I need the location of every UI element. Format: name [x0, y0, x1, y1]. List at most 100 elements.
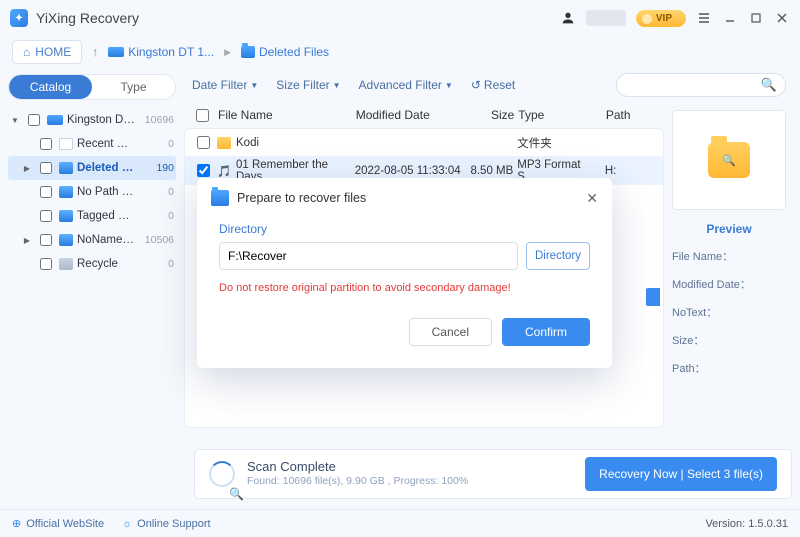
tree-root-label: Kingston DT 101 G2 — [67, 114, 136, 126]
select-all-checkbox[interactable] — [196, 109, 209, 122]
tree-item-checkbox[interactable] — [40, 186, 52, 198]
user-name-placeholder — [586, 10, 626, 26]
folder-icon — [59, 234, 73, 246]
tab-type[interactable]: Type — [92, 75, 175, 99]
preview-path-label: Path： — [672, 360, 786, 376]
statusbar: ⊕Official WebSite ☼Online Support Versio… — [0, 509, 800, 537]
filter-size[interactable]: Size Filter▼ — [276, 78, 340, 92]
sidebar: Catalog Type ▼ Kingston DT 101 G2 10696 … — [0, 68, 184, 509]
folder-icon — [241, 46, 255, 58]
row-type: 文件夹 — [517, 135, 601, 151]
tree-item-checkbox[interactable] — [40, 258, 52, 270]
tree-item-count: 10506 — [140, 234, 174, 246]
preview-modified-label: Modified Date： — [672, 276, 786, 292]
preview-button[interactable]: Preview — [672, 222, 786, 236]
folder-icon — [59, 162, 73, 174]
tree-item-recent-deleted[interactable]: Recent Deleted 0 — [8, 132, 176, 156]
online-support-link[interactable]: ☼Online Support — [122, 518, 210, 530]
tab-catalog[interactable]: Catalog — [9, 75, 92, 99]
support-label: Online Support — [137, 518, 210, 530]
scan-title: Scan Complete — [247, 460, 468, 474]
filter-size-label: Size Filter — [276, 78, 329, 92]
modal-close-icon[interactable]: ✕ — [586, 190, 598, 207]
col-path[interactable]: Path — [606, 108, 656, 122]
breadcrumb-folder[interactable]: Deleted Files — [241, 45, 329, 59]
home-icon: ⌂ — [23, 45, 30, 59]
reset-icon: ↺ — [471, 78, 481, 92]
drive-icon — [47, 115, 63, 125]
tree-item-checkbox[interactable] — [40, 210, 52, 222]
directory-label: Directory — [219, 222, 590, 236]
tree: ▼ Kingston DT 101 G2 10696 Recent Delete… — [8, 108, 176, 276]
tree-item-checkbox[interactable] — [40, 162, 52, 174]
search-input[interactable]: 🔍 — [616, 73, 786, 97]
version-label: Version: 1.5.0.31 — [705, 518, 788, 530]
browse-directory-button[interactable]: Directory — [526, 242, 590, 270]
tree-root-count: 10696 — [140, 114, 174, 126]
minimize-icon[interactable] — [722, 10, 738, 26]
caret-down-icon[interactable]: ▼ — [10, 116, 20, 125]
tree-root-checkbox[interactable] — [28, 114, 40, 126]
col-size[interactable]: Size — [468, 108, 514, 122]
warning-text: Do not restore original partition to avo… — [219, 282, 590, 294]
up-arrow-icon[interactable]: ↑ — [92, 45, 98, 59]
tree-root[interactable]: ▼ Kingston DT 101 G2 10696 — [8, 108, 176, 132]
tree-item-label: Tagged Files — [77, 210, 136, 222]
tree-item-checkbox[interactable] — [40, 234, 52, 246]
tree-item-noname[interactable]: ▶ NoName Files 10506 — [8, 228, 176, 252]
scan-subtitle: Found: 10696 file(s), 9.90 GB , Progress… — [247, 474, 468, 488]
tree-item-count: 0 — [140, 138, 174, 150]
preview-notext-label: NoText： — [672, 304, 786, 320]
maximize-icon[interactable] — [748, 10, 764, 26]
filter-reset[interactable]: ↺Reset — [471, 78, 515, 92]
recycle-icon — [59, 258, 73, 270]
tree-item-label: NoName Files — [77, 234, 136, 246]
breadcrumb-drive-label: Kingston DT 1... — [128, 45, 214, 59]
col-type[interactable]: Type — [518, 108, 602, 122]
tree-item-deleted-files[interactable]: ▶ Deleted Files 190 — [8, 156, 176, 180]
tree-item-label: Recycle — [77, 258, 136, 270]
tree-item-checkbox[interactable] — [40, 138, 52, 150]
tree-item-label: Deleted Files — [77, 162, 136, 174]
tree-item-tagged[interactable]: Tagged Files 0 — [8, 204, 176, 228]
folder-icon — [59, 186, 73, 198]
table-header: File Name Modified Date Size Type Path — [184, 102, 664, 128]
user-icon[interactable] — [560, 10, 576, 26]
filter-advanced-label: Advanced Filter — [359, 78, 442, 92]
filter-advanced[interactable]: Advanced Filter▼ — [359, 78, 453, 92]
tree-item-recycle[interactable]: Recycle 0 — [8, 252, 176, 276]
folder-icon — [59, 210, 73, 222]
cancel-button[interactable]: Cancel — [409, 318, 492, 346]
drive-icon — [108, 47, 124, 57]
tree-item-count: 0 — [140, 186, 174, 198]
row-date: 2022-08-05 11:33:04 — [355, 165, 464, 177]
table-row[interactable]: Kodi 文件夹 — [185, 129, 663, 157]
caret-right-icon[interactable]: ▶ — [22, 236, 32, 245]
recovery-button[interactable]: Recovery Now | Select 3 file(s) — [585, 457, 777, 491]
modal-title: Prepare to recover files — [237, 191, 586, 205]
audio-file-icon: 🎵 — [217, 164, 231, 178]
filter-date-label: Date Filter — [192, 78, 247, 92]
home-button[interactable]: ⌂ HOME — [12, 40, 82, 64]
confirm-button[interactable]: Confirm — [502, 318, 590, 346]
tree-item-no-path[interactable]: No Path Files 0 — [8, 180, 176, 204]
preview-folder-icon: 🔍 — [708, 142, 750, 178]
filter-date[interactable]: Date Filter▼ — [192, 78, 258, 92]
recover-modal: Prepare to recover files ✕ Directory Dir… — [197, 178, 612, 368]
row-checkbox[interactable] — [197, 136, 210, 149]
tree-item-count: 190 — [140, 162, 174, 174]
caret-down-icon: ▼ — [250, 81, 258, 90]
row-checkbox[interactable] — [197, 164, 210, 177]
caret-right-icon[interactable]: ▶ — [22, 164, 32, 173]
preview-panel: 🔍 Preview File Name： Modified Date： NoTe… — [664, 102, 794, 509]
directory-input[interactable] — [219, 242, 518, 270]
tree-item-label: Recent Deleted — [77, 138, 136, 150]
col-name[interactable]: File Name — [218, 108, 352, 122]
official-website-link[interactable]: ⊕Official WebSite — [12, 517, 104, 530]
breadcrumb-folder-label: Deleted Files — [259, 45, 329, 59]
menu-icon[interactable] — [696, 10, 712, 26]
vip-badge[interactable]: VIP — [636, 10, 686, 27]
breadcrumb-drive[interactable]: Kingston DT 1... — [108, 45, 214, 59]
col-date[interactable]: Modified Date — [356, 108, 465, 122]
close-icon[interactable] — [774, 10, 790, 26]
